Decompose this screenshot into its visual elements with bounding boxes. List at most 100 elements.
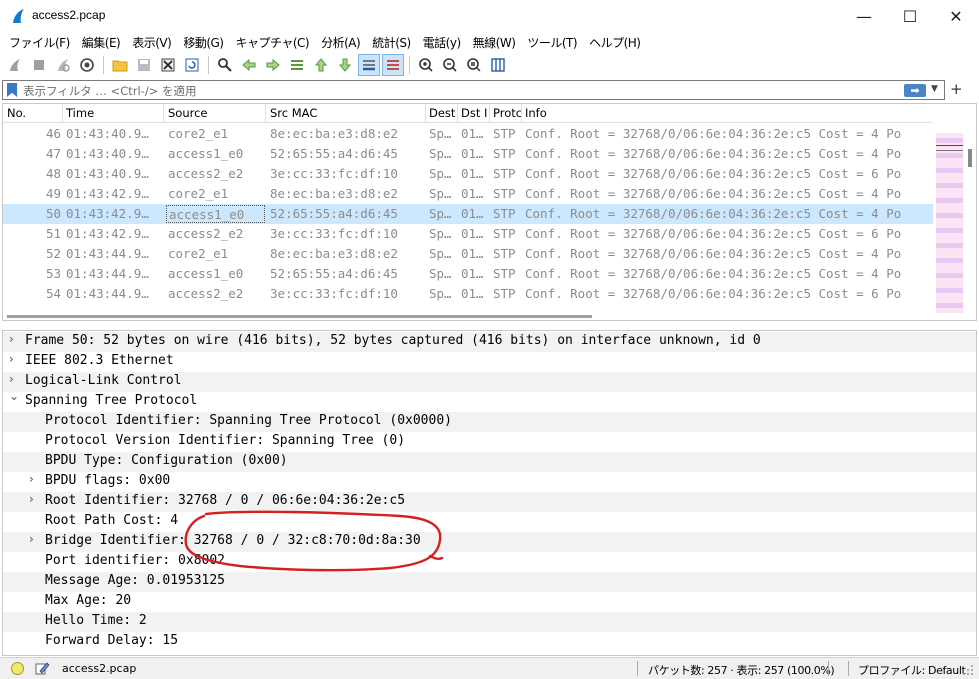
status-profile[interactable]: プロファイル: Default — [858, 662, 966, 678]
close-file-icon[interactable] — [157, 54, 179, 76]
column-header-info[interactable]: Info — [525, 106, 625, 120]
column-divider[interactable] — [62, 104, 63, 123]
cell-time: 01:43:44.9… — [66, 266, 149, 281]
packet-row[interactable]: 49 01:43:42.9… core2_e1 8e:ec:ba:e3:d8:e… — [3, 184, 933, 204]
zoom-in-icon[interactable] — [415, 54, 437, 76]
menu-telephony[interactable]: 電話(y) — [417, 34, 467, 51]
packet-row[interactable]: 52 01:43:44.9… core2_e1 8e:ec:ba:e3:d8:e… — [3, 244, 933, 264]
go-first-icon[interactable] — [310, 54, 332, 76]
column-divider[interactable] — [521, 104, 522, 123]
zoom-normal-icon[interactable] — [463, 54, 485, 76]
bookmark-icon[interactable] — [7, 83, 17, 97]
reload-file-icon[interactable] — [181, 54, 203, 76]
packet-list-vertical-scrollbar[interactable] — [965, 124, 976, 320]
zoom-out-icon[interactable] — [439, 54, 461, 76]
cell-src-mac: 3e:cc:33:fc:df:10 — [270, 166, 398, 181]
column-header-dst[interactable]: Dst I — [461, 106, 489, 120]
expand-arrow-icon[interactable]: › — [29, 532, 43, 546]
tree-item-llc[interactable]: › Logical-Link Control — [3, 372, 976, 392]
column-divider[interactable] — [489, 104, 490, 123]
auto-scroll-icon[interactable] — [358, 54, 380, 76]
packet-minimap[interactable] — [936, 133, 963, 313]
menu-help[interactable]: ヘルプ(H) — [583, 34, 646, 51]
cell-source: access1_e0 — [166, 205, 265, 223]
tree-item-hello-time[interactable]: Hello Time: 2 — [3, 612, 976, 632]
column-header-dest[interactable]: Dest — [429, 106, 457, 120]
column-divider[interactable] — [163, 104, 164, 123]
find-packet-icon[interactable] — [214, 54, 236, 76]
status-divider[interactable] — [848, 661, 849, 676]
go-last-icon[interactable] — [334, 54, 356, 76]
tree-item-protocol-id[interactable]: Protocol Identifier: Spanning Tree Proto… — [3, 412, 976, 432]
packet-row[interactable]: 53 01:43:44.9… access1_e0 52:65:55:a4:d6… — [3, 264, 933, 284]
open-file-icon[interactable] — [109, 54, 131, 76]
go-back-icon[interactable] — [238, 54, 260, 76]
column-divider[interactable] — [425, 104, 426, 123]
display-filter-input[interactable]: 表示フィルタ … <Ctrl-/> を適用 ➡ ▼ — [2, 80, 945, 100]
menu-tools[interactable]: ツール(T) — [521, 34, 583, 51]
cell-time: 01:43:40.9… — [66, 166, 149, 181]
colorize-icon[interactable] — [382, 54, 404, 76]
stop-capture-icon[interactable] — [28, 54, 50, 76]
menu-edit[interactable]: 編集(E) — [76, 34, 126, 51]
packet-row[interactable]: 48 01:43:40.9… access2_e2 3e:cc:33:fc:df… — [3, 164, 933, 184]
status-divider[interactable] — [637, 661, 638, 676]
filter-history-dropdown-icon[interactable]: ▼ — [931, 84, 938, 94]
menu-view[interactable]: 表示(V) — [126, 34, 177, 51]
column-header-src-mac[interactable]: Src MAC — [270, 106, 420, 120]
go-to-packet-icon[interactable] — [286, 54, 308, 76]
start-capture-icon[interactable] — [4, 54, 26, 76]
packet-list-horizontal-scrollbar[interactable] — [3, 313, 933, 320]
expand-arrow-icon[interactable]: › — [9, 372, 23, 386]
column-header-no[interactable]: No. — [7, 106, 62, 120]
add-filter-button[interactable]: + — [950, 80, 963, 98]
cell-dest: Sp… — [429, 266, 452, 281]
packet-row[interactable]: 47 01:43:40.9… access1_e0 52:65:55:a4:d6… — [3, 144, 933, 164]
packet-row[interactable]: 51 01:43:42.9… access2_e2 3e:cc:33:fc:df… — [3, 224, 933, 244]
tree-item-frame[interactable]: › Frame 50: 52 bytes on wire (416 bits),… — [3, 332, 976, 352]
minimize-button[interactable]: — — [841, 0, 887, 32]
column-header-time[interactable]: Time — [66, 106, 162, 120]
close-button[interactable]: ✕ — [933, 0, 979, 32]
menu-analyze[interactable]: 分析(A) — [315, 34, 366, 51]
packet-row[interactable]: 54 01:43:44.9… access2_e2 3e:cc:33:fc:df… — [3, 284, 933, 304]
expand-arrow-icon[interactable]: › — [9, 352, 23, 366]
menu-statistics[interactable]: 統計(S) — [366, 34, 416, 51]
save-file-icon[interactable] — [133, 54, 155, 76]
packet-row[interactable]: 46 01:43:40.9… core2_e1 8e:ec:ba:e3:d8:e… — [3, 124, 933, 144]
resize-columns-icon[interactable] — [487, 54, 509, 76]
go-forward-icon[interactable] — [262, 54, 284, 76]
column-header-source[interactable]: Source — [168, 106, 263, 120]
apply-filter-arrow-icon[interactable]: ➡ — [904, 84, 926, 97]
expand-arrow-icon[interactable]: › — [29, 492, 43, 506]
tree-item-bridge-identifier[interactable]: › Bridge Identifier: 32768 / 0 / 32:c8:7… — [3, 532, 976, 552]
expert-info-indicator-icon[interactable] — [11, 662, 24, 675]
tree-item-root-identifier[interactable]: › Root Identifier: 32768 / 0 / 06:6e:04:… — [3, 492, 976, 512]
tree-item-message-age[interactable]: Message Age: 0.01953125 — [3, 572, 976, 592]
status-divider[interactable] — [828, 661, 829, 676]
column-header-protocol[interactable]: Protc — [493, 106, 521, 120]
cell-dst: 01… — [461, 126, 484, 141]
expand-arrow-icon[interactable]: › — [29, 472, 43, 486]
column-divider[interactable] — [457, 104, 458, 123]
menu-wireless[interactable]: 無線(W) — [467, 34, 522, 51]
capture-comment-icon[interactable] — [34, 660, 50, 676]
tree-item-bpdu-type[interactable]: BPDU Type: Configuration (0x00) — [3, 452, 976, 472]
capture-options-icon[interactable] — [76, 54, 98, 76]
scrollbar-thumb[interactable] — [7, 315, 592, 318]
collapse-arrow-icon[interactable]: ⌄ — [9, 389, 23, 403]
column-divider[interactable] — [265, 104, 266, 123]
maximize-button[interactable]: ☐ — [887, 0, 933, 32]
cell-no: 52 — [45, 246, 61, 261]
tree-item-label: IEEE 802.3 Ethernet — [25, 353, 174, 368]
cell-dest: Sp… — [429, 226, 452, 241]
restart-capture-icon[interactable] — [52, 54, 74, 76]
packet-row-selected[interactable]: 50 01:43:42.9… access1_e0 52:65:55:a4:d6… — [3, 204, 933, 224]
menu-bar: ファイル(F) 編集(E) 表示(V) 移動(G) キャプチャ(C) 分析(A)… — [0, 32, 979, 52]
menu-capture[interactable]: キャプチャ(C) — [229, 34, 315, 51]
scrollbar-thumb[interactable] — [968, 149, 972, 167]
menu-file[interactable]: ファイル(F) — [3, 34, 76, 51]
menu-go[interactable]: 移動(G) — [177, 34, 229, 51]
resize-grip-icon[interactable] — [962, 664, 974, 676]
expand-arrow-icon[interactable]: › — [9, 332, 23, 346]
